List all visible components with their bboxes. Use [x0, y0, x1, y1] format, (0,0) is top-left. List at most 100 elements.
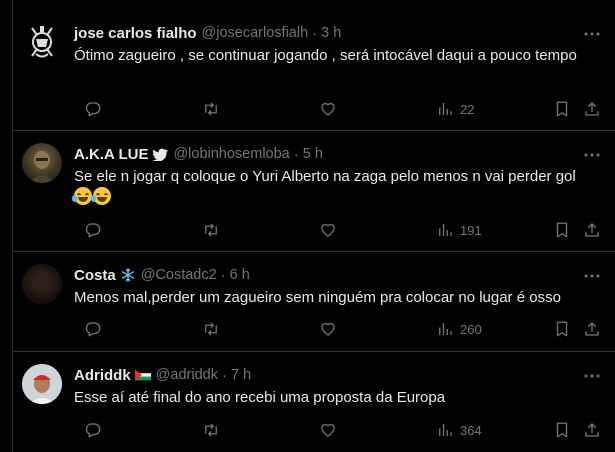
retweet-icon: [205, 322, 217, 336]
like-button[interactable]: [319, 420, 337, 440]
view-count: 191: [460, 222, 482, 238]
action-bar: 22: [74, 99, 609, 119]
like-button[interactable]: [319, 220, 337, 240]
avatar[interactable]: [22, 264, 62, 304]
bird-icon: [153, 148, 169, 161]
views-button[interactable]: 22: [436, 99, 474, 119]
user-photo-red-cap: [22, 364, 62, 404]
retweet-button[interactable]: [202, 319, 220, 339]
avatar[interactable]: [22, 143, 62, 183]
tweet[interactable]: Costa @Costadc2 · 6 h Menos mal,perder u…: [13, 252, 615, 352]
bookmark-button[interactable]: [553, 220, 571, 240]
retweet-button[interactable]: [202, 220, 220, 240]
action-bar: 260: [74, 319, 609, 339]
action-bar: 191: [74, 220, 609, 240]
reply-icon: [85, 102, 101, 117]
bookmark-icon: [556, 222, 568, 238]
display-name[interactable]: Adriddk: [74, 367, 131, 384]
tweet-text: Ótimo zagueiro , se continuar jogando , …: [74, 47, 577, 64]
like-button[interactable]: [319, 319, 337, 339]
more-options-icon[interactable]: [582, 148, 602, 162]
separator: ·: [220, 266, 226, 284]
user-handle[interactable]: @josecarlosfialh: [202, 25, 309, 41]
team-crest-icon: [31, 26, 53, 58]
action-bar: 364: [74, 420, 609, 440]
views-chart-icon: [439, 323, 452, 335]
crying-laughing-emoji: [91, 187, 111, 205]
heart-icon: [321, 102, 335, 116]
retweet-icon: [205, 423, 217, 437]
timestamp[interactable]: 3 h: [321, 25, 341, 41]
display-name[interactable]: A.K.A LUE: [74, 146, 148, 163]
separator: ·: [293, 145, 299, 163]
timestamp[interactable]: 6 h: [230, 267, 250, 283]
user-handle[interactable]: @Costadc2: [141, 267, 217, 283]
tweet[interactable]: Adriddk @adriddk · 7 h Esse aí até final…: [13, 352, 615, 452]
heart-icon: [321, 322, 335, 336]
share-icon: [585, 102, 599, 116]
palestine-flag-icon: [134, 369, 151, 381]
crying-laughing-emoji: [72, 187, 92, 205]
views-button[interactable]: 260: [436, 319, 482, 339]
bookmark-button[interactable]: [553, 420, 571, 440]
heart-icon: [321, 423, 335, 437]
more-options-icon[interactable]: [582, 27, 602, 41]
views-button[interactable]: 364: [436, 420, 482, 440]
tweet-header: Adriddk @adriddk · 7 h: [74, 365, 251, 385]
bookmark-icon: [556, 422, 568, 438]
share-button[interactable]: [583, 99, 601, 119]
reply-icon: [85, 322, 101, 337]
more-options-icon[interactable]: [582, 369, 602, 383]
bookmark-button[interactable]: [553, 99, 571, 119]
display-name[interactable]: Costa: [74, 267, 116, 284]
reply-button[interactable]: [84, 420, 102, 440]
view-count: 260: [460, 321, 482, 337]
share-button[interactable]: [583, 420, 601, 440]
tweet[interactable]: jose carlos fialho @josecarlosfialh · 3 …: [13, 0, 615, 131]
snowflake-icon: [121, 268, 134, 282]
user-handle[interactable]: @adriddk: [156, 367, 218, 383]
retweet-button[interactable]: [202, 420, 220, 440]
views-chart-icon: [439, 103, 452, 115]
reply-button[interactable]: [84, 99, 102, 119]
tweet-header: A.K.A LUE @lobinhosemloba · 5 h: [74, 144, 323, 164]
view-count: 22: [460, 101, 475, 117]
user-handle[interactable]: @lobinhosemloba: [173, 146, 289, 162]
share-icon: [585, 322, 599, 336]
avatar[interactable]: [22, 364, 62, 404]
display-name[interactable]: jose carlos fialho: [74, 25, 197, 42]
tweet[interactable]: A.K.A LUE @lobinhosemloba · 5 h Se ele n…: [13, 131, 615, 252]
view-count: 364: [460, 422, 482, 438]
reply-timeline: jose carlos fialho @josecarlosfialh · 3 …: [12, 0, 615, 452]
bookmark-button[interactable]: [553, 319, 571, 339]
views-chart-icon: [439, 424, 452, 436]
tweet-text-content: Se ele n jogar q coloque o Yuri Alberto …: [74, 168, 576, 185]
timestamp[interactable]: 7 h: [231, 367, 251, 383]
views-button[interactable]: 191: [436, 220, 482, 240]
reply-icon: [85, 223, 101, 238]
tweet-header: Costa @Costadc2 · 6 h: [74, 265, 250, 285]
tweet-header: jose carlos fialho @josecarlosfialh · 3 …: [74, 23, 341, 43]
tweet-text: Se ele n jogar q coloque o Yuri Alberto …: [72, 166, 599, 208]
heart-icon: [321, 223, 335, 237]
separator: ·: [221, 366, 227, 384]
user-photo: [30, 151, 54, 183]
timestamp[interactable]: 5 h: [303, 146, 323, 162]
tweet-text: Menos mal,perder um zagueiro sem ninguém…: [74, 289, 561, 306]
user-photo-dark: [30, 273, 54, 304]
reply-button[interactable]: [84, 319, 102, 339]
bookmark-icon: [556, 321, 568, 337]
tweet-text: Esse aí até final do ano recebi uma prop…: [74, 389, 446, 406]
views-chart-icon: [439, 224, 452, 236]
avatar[interactable]: [22, 22, 62, 62]
like-button[interactable]: [319, 99, 337, 119]
share-icon: [585, 223, 599, 237]
reply-button[interactable]: [84, 220, 102, 240]
retweet-button[interactable]: [202, 99, 220, 119]
retweet-icon: [205, 223, 217, 237]
more-options-icon[interactable]: [582, 269, 602, 283]
share-button[interactable]: [583, 319, 601, 339]
reply-icon: [85, 423, 101, 438]
share-button[interactable]: [583, 220, 601, 240]
bookmark-icon: [556, 101, 568, 117]
